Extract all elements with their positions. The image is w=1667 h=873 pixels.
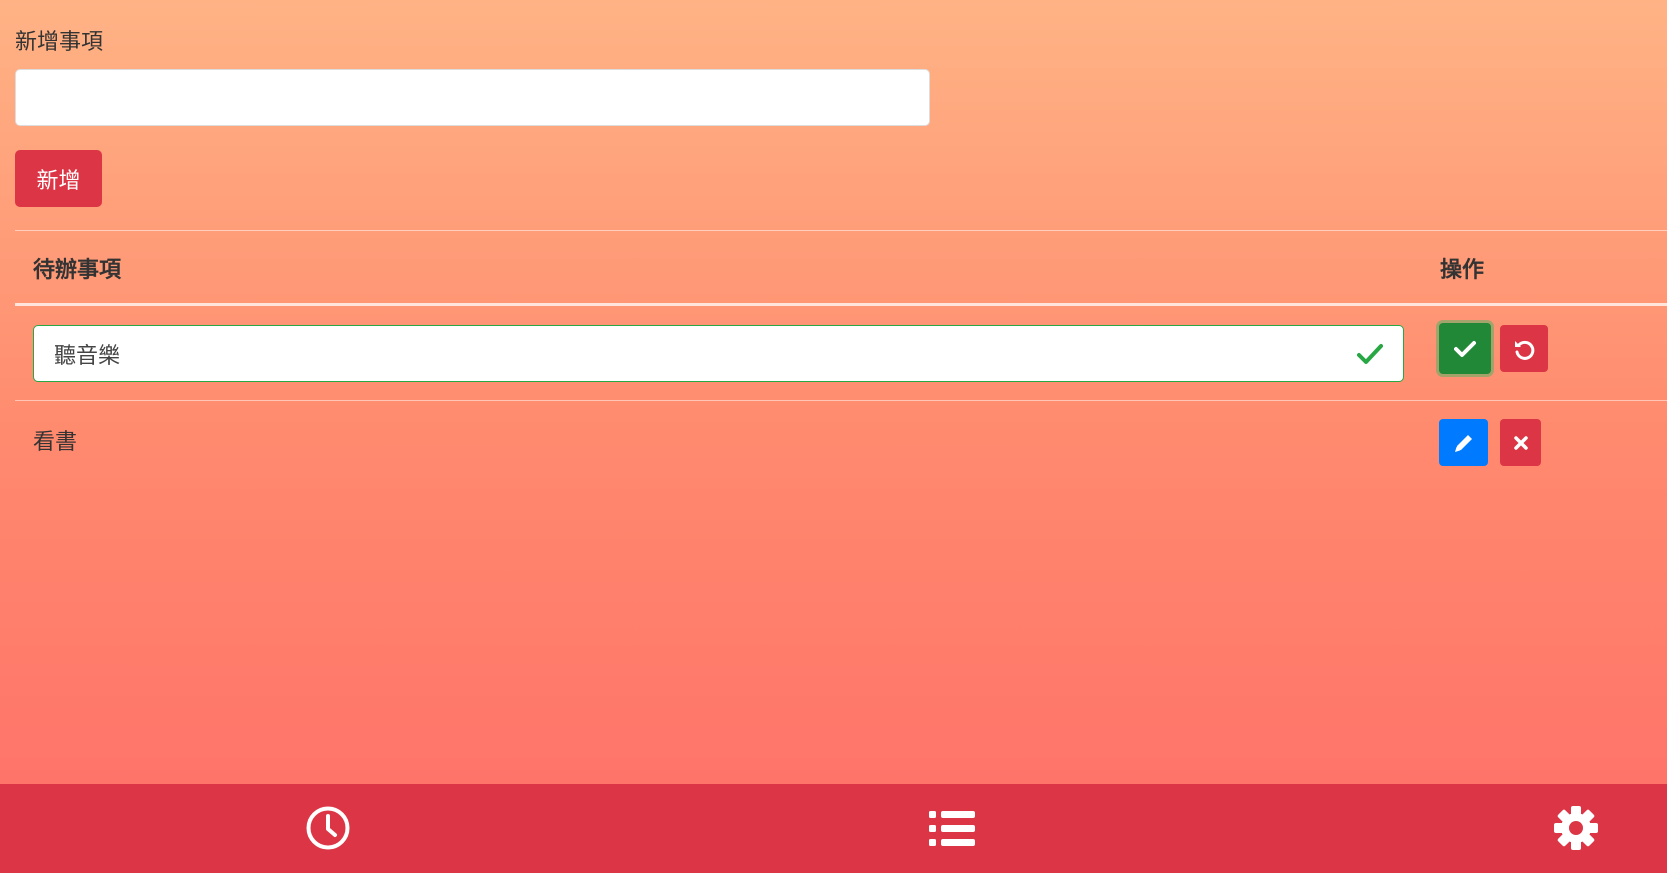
pencil-icon [1454, 434, 1472, 452]
gear-icon[interactable] [1552, 804, 1600, 852]
table-header-divider [15, 303, 1667, 306]
clock-icon[interactable] [304, 804, 352, 852]
check-icon [1454, 340, 1476, 357]
undo-icon [1515, 340, 1535, 360]
row-divider [15, 400, 1667, 401]
new-task-label: 新增事項 [15, 30, 104, 55]
confirm-edit-button[interactable] [1439, 323, 1491, 374]
edit-task-value[interactable]: 聽音樂 [54, 338, 1357, 370]
task-text: 看書 [33, 430, 78, 455]
edit-button[interactable] [1439, 419, 1488, 466]
task-column-header: 待辦事項 [33, 258, 122, 283]
add-button[interactable]: 新增 [15, 150, 102, 207]
delete-button[interactable] [1500, 419, 1541, 466]
table-top-divider [15, 230, 1667, 231]
times-icon [1513, 435, 1528, 450]
valid-check-icon [1357, 341, 1383, 367]
bottom-nav [0, 784, 1667, 873]
actions-column-header: 操作 [1440, 258, 1485, 283]
list-icon[interactable] [928, 804, 976, 852]
new-task-input[interactable] [15, 69, 930, 126]
edit-task-input[interactable]: 聽音樂 [33, 325, 1404, 382]
undo-edit-button[interactable] [1500, 325, 1548, 372]
